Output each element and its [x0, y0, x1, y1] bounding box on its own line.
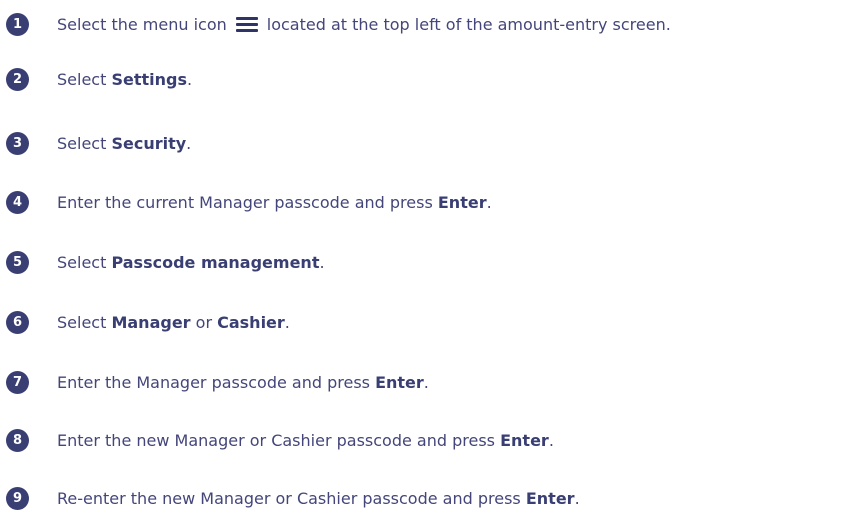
step-text: Select Security.	[57, 131, 191, 157]
step-text: Select Passcode management.	[57, 250, 325, 276]
step-text-prefix: Select	[57, 70, 112, 89]
step-text-strong: Enter	[437, 193, 487, 212]
step-text-strong: Enter	[500, 431, 549, 450]
step-text-after-icon: located at the top left of the amount-en…	[266, 15, 671, 34]
step-number-badge: 8	[6, 429, 29, 452]
step-text-strong: Passcode management	[111, 253, 320, 272]
step-text-suffix: .	[548, 431, 554, 450]
step-text: Select Manager or Cashier.	[57, 310, 290, 336]
step-text-suffix: .	[319, 253, 325, 272]
step-text-prefix: Enter the current Manager passcode and p…	[57, 193, 438, 212]
step-text-suffix: .	[186, 134, 192, 153]
step-number-badge: 3	[6, 132, 29, 155]
step-number-badge: 4	[6, 191, 29, 214]
step-text-middle: or	[190, 313, 218, 332]
step-text-strong: Settings	[111, 70, 187, 89]
step-text-prefix: Select	[57, 134, 112, 153]
step-text-prefix: Enter the new Manager or Cashier passcod…	[57, 431, 501, 450]
step-text-prefix: Enter the Manager passcode and press	[57, 373, 376, 392]
step-text-prefix: Select	[57, 253, 112, 272]
step-number-badge: 9	[6, 487, 29, 510]
step-text-suffix: .	[186, 70, 193, 89]
step-text: Enter the current Manager passcode and p…	[57, 190, 492, 216]
hamburger-menu-icon	[235, 17, 258, 33]
step-text: Select the menu icon located at the top …	[57, 12, 671, 38]
step-text-suffix: .	[423, 373, 429, 392]
step-text: Enter the new Manager or Cashier passcod…	[57, 428, 554, 454]
step-text: Select Settings.	[57, 67, 192, 93]
step-text-strong: Manager	[111, 313, 191, 332]
step-text-suffix: .	[486, 193, 492, 212]
step-text: Enter the Manager passcode and press Ent…	[57, 370, 429, 396]
step-text-suffix: .	[574, 489, 580, 508]
step-text-strong-2: Cashier	[217, 313, 285, 332]
step-number-badge: 5	[6, 251, 29, 274]
step-number-badge: 2	[6, 68, 29, 91]
step-text-strong: Enter	[525, 489, 575, 508]
step-text-strong: Enter	[375, 373, 424, 392]
step-text-prefix: Select	[57, 313, 112, 332]
step-number-badge: 6	[6, 311, 29, 334]
step-text-suffix: .	[284, 313, 290, 332]
step-text-before-icon: Select the menu icon	[57, 15, 227, 34]
step-text-strong: Security	[111, 134, 187, 153]
step-text: Re-enter the new Manager or Cashier pass…	[57, 486, 580, 512]
step-number-badge: 1	[6, 13, 29, 36]
step-text-prefix: Re-enter the new Manager or Cashier pass…	[57, 489, 526, 508]
step-number-badge: 7	[6, 371, 29, 394]
